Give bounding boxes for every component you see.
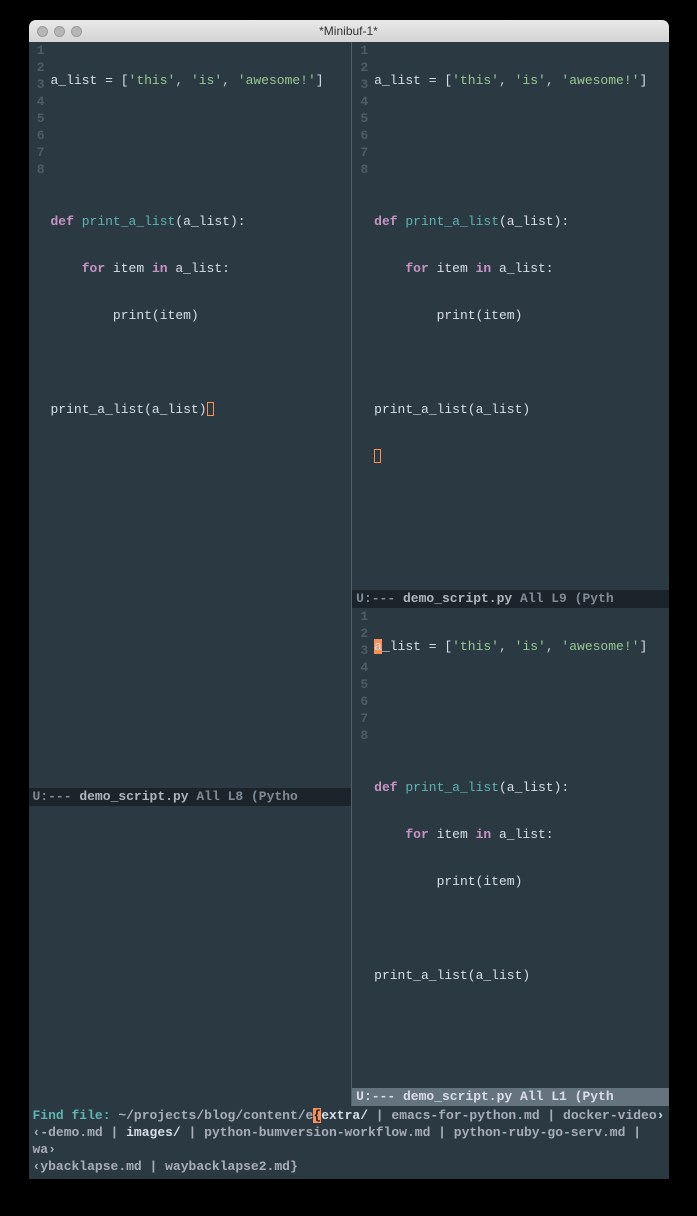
minibuf-prompt: Find file: [33,1108,119,1123]
emacs-frame: 1 2 3 4 5 6 7 8 a_list = ['this', 'is', … [29,42,669,1179]
gutter: 1 2 3 4 5 6 7 8 [352,42,372,495]
code-area[interactable]: a_list = ['this', 'is', 'awesome!'] def … [372,42,668,495]
code-line: a_list = ['this', 'is', 'awesome!'] [51,72,352,89]
cursor-icon [374,449,381,463]
code-line: def print_a_list(a_list): [51,213,352,230]
code-line [374,732,668,749]
minibuf-open-brace: { [313,1108,321,1123]
right-column: 1 2 3 4 5 6 7 8 a_list = ['this', 'is', … [352,42,668,1106]
split-container: 1 2 3 4 5 6 7 8 a_list = ['this', 'is', … [29,42,669,1106]
code-line: for item in a_list: [374,260,668,277]
code-line [374,354,668,371]
code-line [374,920,668,937]
window-title: *Minibuf-1* [29,24,669,38]
left-buffer[interactable]: 1 2 3 4 5 6 7 8 a_list = ['this', 'is', … [29,42,352,448]
rt-padding [352,495,668,590]
code-line: print_a_list(a_list) [374,967,668,984]
code-line [374,119,668,136]
code-area[interactable]: a_list = ['this', 'is', 'awesome!'] def … [49,42,352,448]
left-column: 1 2 3 4 5 6 7 8 a_list = ['this', 'is', … [29,42,353,1106]
minibuf-candidates: | emacs-for-python.md | docker-video [368,1108,657,1123]
code-line [51,166,352,183]
code-line: a_list = ['this', 'is', 'awesome!'] [374,72,668,89]
minibuf-selection: extra/ [321,1108,368,1123]
left-padding [29,448,352,788]
emacs-window: *Minibuf-1* 1 2 3 4 5 6 7 8 [29,20,669,1179]
code-line: for item in a_list: [374,826,668,843]
code-line: print_a_list(a_list) [51,401,352,418]
code-line: def print_a_list(a_list): [374,213,668,230]
gutter: 1 2 3 4 5 6 7 8 [29,42,49,448]
code-line: for item in a_list: [51,260,352,277]
code-line: def print_a_list(a_list): [374,779,668,796]
cursor-icon [207,402,214,416]
minibuffer[interactable]: Find file: ~/projects/blog/content/e{ext… [29,1106,669,1179]
rb-padding [352,1014,668,1088]
code-line [51,354,352,371]
code-line [51,119,352,136]
minibuf-candidates: ‹ybacklapse.md | waybacklapse2.md} [33,1159,298,1174]
code-line: print_a_list(a_list) [374,401,668,418]
code-line [374,448,668,465]
code-line: print(item) [374,307,668,324]
modeline-left[interactable]: U:--- demo_script.py All L8 (Pytho [29,788,352,806]
minibuf-candidates: ‹-demo.md | [33,1125,127,1140]
modeline-right-top[interactable]: U:--- demo_script.py All L9 (Pyth [352,590,668,608]
code-line [374,685,668,702]
code-line: print(item) [51,307,352,324]
minibuf-path: ~/projects/blog/content/e [118,1108,313,1123]
titlebar: *Minibuf-1* [29,20,669,42]
code-area[interactable]: a_list = ['this', 'is', 'awesome!'] def … [372,608,668,1014]
right-bot-buffer[interactable]: 1 2 3 4 5 6 7 8 a_list = ['this', 'is', … [352,608,668,1014]
right-top-buffer[interactable]: 1 2 3 4 5 6 7 8 a_list = ['this', 'is', … [352,42,668,495]
code-line: print(item) [374,873,668,890]
modeline-right-bot[interactable]: U:--- demo_script.py All L1 (Pyth [352,1088,668,1106]
code-line [374,166,668,183]
gutter: 1 2 3 4 5 6 7 8 [352,608,372,1014]
code-line: a_list = ['this', 'is', 'awesome!'] [374,638,668,655]
